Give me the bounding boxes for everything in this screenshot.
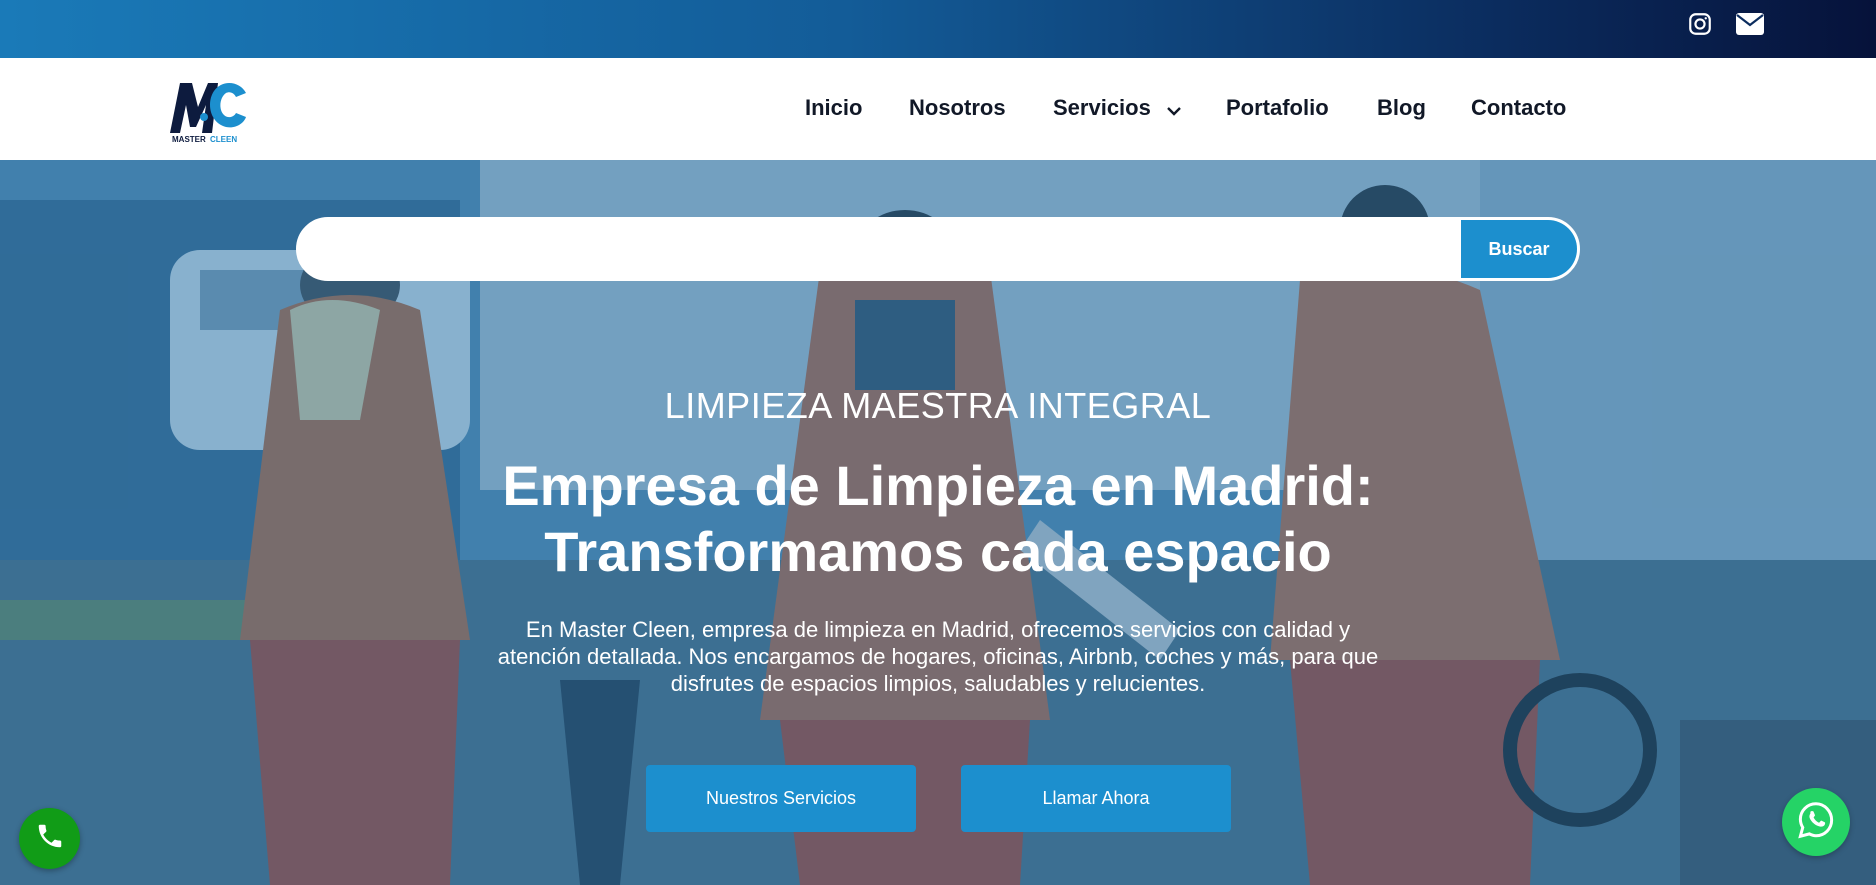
- hero-title: Empresa de Limpieza en Madrid: Transform…: [0, 453, 1876, 585]
- svg-text:MASTER: MASTER: [172, 135, 206, 144]
- nav-portafolio[interactable]: Portafolio: [1226, 96, 1329, 120]
- nav-servicios[interactable]: Servicios: [1053, 96, 1181, 121]
- whatsapp-icon: [1796, 800, 1836, 845]
- nav-blog[interactable]: Blog: [1377, 96, 1426, 120]
- mail-icon[interactable]: [1736, 10, 1764, 38]
- nav-servicios-label: Servicios: [1053, 95, 1151, 120]
- search-bar: Buscar: [296, 217, 1580, 281]
- hero-eyebrow: LIMPIEZA MAESTRA INTEGRAL: [664, 385, 1212, 426]
- master-cleen-logo[interactable]: MASTER CLEEN: [166, 73, 250, 145]
- chevron-down-icon: [1167, 97, 1181, 121]
- site-header: MASTER CLEEN Inicio Nosotros Servicios P…: [0, 58, 1876, 160]
- phone-icon: [35, 821, 65, 856]
- hero-title-line1: Empresa de Limpieza en Madrid:: [502, 454, 1374, 517]
- floating-call-button[interactable]: [19, 808, 80, 869]
- instagram-icon[interactable]: [1686, 10, 1714, 38]
- nav-contacto[interactable]: Contacto: [1471, 96, 1566, 120]
- hero-description: En Master Cleen, empresa de limpieza en …: [497, 617, 1379, 696]
- hero-section: Buscar LIMPIEZA MAESTRA INTEGRAL Empresa…: [0, 160, 1876, 885]
- search-button[interactable]: Buscar: [1461, 220, 1577, 278]
- floating-whatsapp-button[interactable]: [1782, 788, 1850, 856]
- search-input[interactable]: [323, 228, 1453, 272]
- nav-nosotros[interactable]: Nosotros: [909, 96, 1006, 120]
- services-button[interactable]: Nuestros Servicios: [646, 765, 916, 832]
- nav-inicio[interactable]: Inicio: [805, 96, 862, 120]
- svg-text:CLEEN: CLEEN: [210, 135, 237, 144]
- top-bar: [0, 0, 1876, 58]
- call-now-button[interactable]: Llamar Ahora: [961, 765, 1231, 832]
- hero-title-line2: Transformamos cada espacio: [544, 520, 1332, 583]
